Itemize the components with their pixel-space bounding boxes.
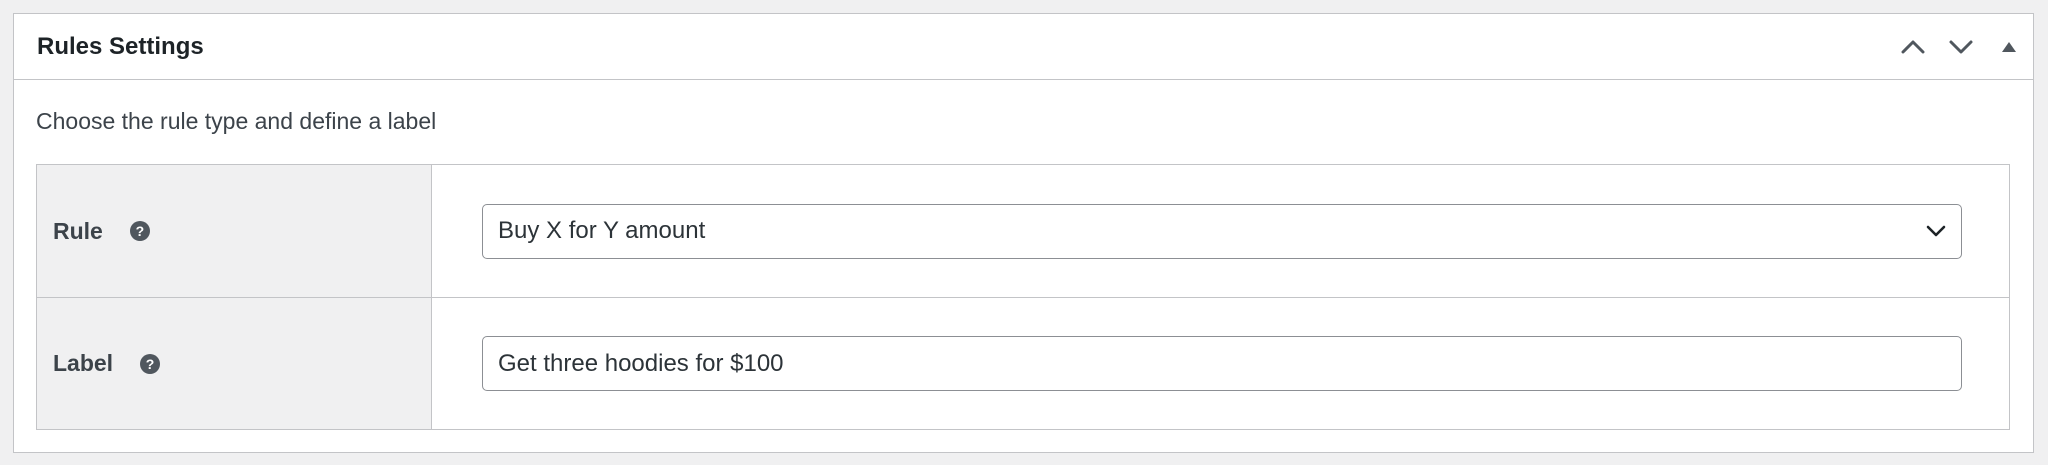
rule-field-cell: Buy X for Y amount	[432, 165, 2009, 297]
panel-header: Rules Settings	[14, 14, 2033, 80]
panel-handle-actions	[1889, 14, 2033, 80]
rules-settings-panel: Rules Settings Choose the rule type and …	[13, 13, 2034, 453]
caret-up-icon	[2002, 42, 2016, 52]
panel-description: Choose the rule type and define a label	[36, 108, 437, 134]
move-up-button[interactable]	[1889, 14, 1937, 80]
chevron-up-icon	[1901, 40, 1925, 54]
rule-row: Rule ? Buy X for Y amount	[37, 165, 2009, 297]
label-row: Label ?	[37, 297, 2009, 429]
panel-title: Rules Settings	[37, 32, 204, 60]
rule-select[interactable]: Buy X for Y amount	[482, 203, 1962, 259]
label-label-cell: Label ?	[37, 298, 432, 429]
label-field-cell	[432, 298, 2009, 429]
label-label: Label	[53, 350, 114, 376]
rule-label: Rule	[53, 217, 103, 244]
toggle-panel-button[interactable]	[1985, 14, 2033, 80]
rule-select-value: Buy X for Y amount	[498, 217, 706, 244]
move-down-button[interactable]	[1937, 14, 1985, 80]
panel-body: Choose the rule type and define a label …	[14, 80, 2033, 430]
rule-label-cell: Rule ?	[37, 165, 432, 297]
chevron-down-icon	[1949, 40, 1973, 54]
settings-form-table: Rule ? Buy X for Y amount Label ?	[36, 164, 2010, 430]
chevron-down-icon	[1926, 225, 1946, 237]
label-input[interactable]	[482, 336, 1962, 391]
label-help-icon[interactable]: ?	[140, 353, 161, 374]
rule-help-icon[interactable]: ?	[129, 221, 150, 241]
